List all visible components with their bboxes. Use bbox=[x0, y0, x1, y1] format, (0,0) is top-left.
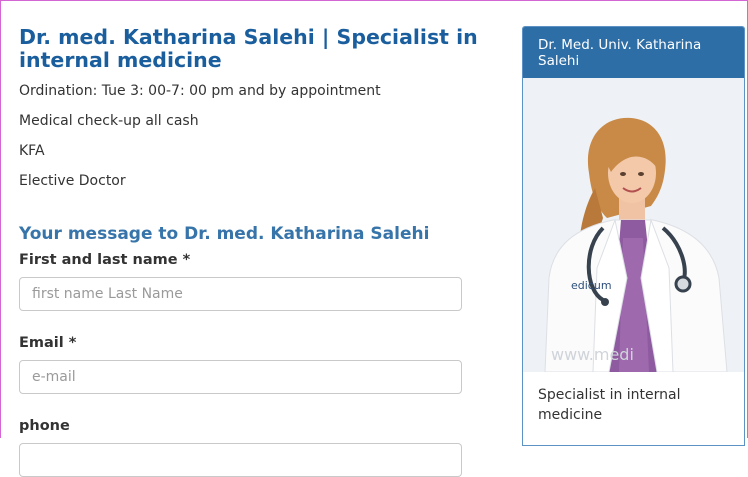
checkup-info-text: Medical check-up all cash bbox=[19, 113, 199, 129]
main-content: Dr. med. Katharina Salehi | Specialist i… bbox=[19, 26, 489, 477]
email-field-label: Email * bbox=[19, 335, 77, 351]
doctor-profile-card: Dr. Med. Univ. Katharina Salehi edicum w… bbox=[522, 26, 745, 446]
doctor-portrait-illustration: edicum www.medi bbox=[523, 78, 744, 372]
page-title: Dr. med. Katharina Salehi | Specialist i… bbox=[19, 25, 478, 72]
coat-logo-text: edicum bbox=[571, 279, 612, 292]
phone-input[interactable] bbox=[19, 443, 462, 477]
elective-doctor-text: Elective Doctor bbox=[19, 173, 126, 189]
phone-field-label: phone bbox=[19, 418, 70, 434]
name-input[interactable] bbox=[19, 277, 462, 311]
office-hours-text: Ordination: Tue 3: 00-7: 00 pm and by ap… bbox=[19, 83, 381, 99]
contact-form-heading: Your message to Dr. med. Katharina Saleh… bbox=[19, 224, 430, 244]
kfa-text: KFA bbox=[19, 143, 45, 159]
doctor-photo: edicum www.medi bbox=[523, 78, 744, 372]
name-field-label: First and last name * bbox=[19, 252, 191, 268]
photo-watermark-text: www.medi bbox=[551, 345, 634, 364]
email-input[interactable] bbox=[19, 360, 462, 394]
doctor-specialty-caption: Specialist in internal medicine bbox=[538, 387, 681, 423]
contact-form: First and last name * Email * phone bbox=[19, 252, 489, 477]
doctor-card-header: Dr. Med. Univ. Katharina Salehi bbox=[523, 27, 744, 78]
